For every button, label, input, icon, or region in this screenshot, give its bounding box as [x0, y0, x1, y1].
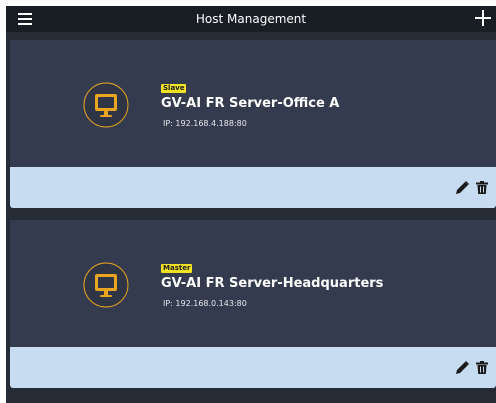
top-bar: Host Management	[6, 6, 496, 32]
host-management-screen: Host Management Slave GV-AI FR Server-Of…	[0, 0, 496, 403]
trash-can-icon[interactable]	[476, 361, 488, 374]
host-card-actions	[10, 167, 496, 208]
page-title: Host Management	[195, 12, 307, 26]
edit-pencil-icon[interactable]	[456, 181, 469, 194]
monitor-icon	[83, 82, 129, 128]
host-list: Slave GV-AI FR Server-Office A IP: 192.1…	[6, 32, 496, 403]
host-card-body: Slave GV-AI FR Server-Office A IP: 192.1…	[10, 40, 496, 167]
host-name: GV-AI FR Server-Headquarters	[161, 276, 384, 291]
host-ip-address: IP: 192.168.4.188:80	[163, 119, 247, 128]
host-name: GV-AI FR Server-Office A	[161, 96, 340, 111]
host-role-badge: Master	[161, 264, 193, 273]
add-host-icon[interactable]	[475, 10, 491, 26]
edit-pencil-icon[interactable]	[456, 361, 469, 374]
host-card-actions	[10, 347, 496, 388]
monitor-icon	[83, 262, 129, 308]
host-role-badge: Slave	[161, 84, 187, 93]
host-ip-address: IP: 192.168.0.143:80	[163, 299, 247, 308]
trash-can-icon[interactable]	[476, 181, 488, 194]
host-card-body: Master GV-AI FR Server-Headquarters IP: …	[10, 220, 496, 347]
host-card[interactable]: Slave GV-AI FR Server-Office A IP: 192.1…	[10, 40, 496, 208]
host-card[interactable]: Master GV-AI FR Server-Headquarters IP: …	[10, 220, 496, 388]
